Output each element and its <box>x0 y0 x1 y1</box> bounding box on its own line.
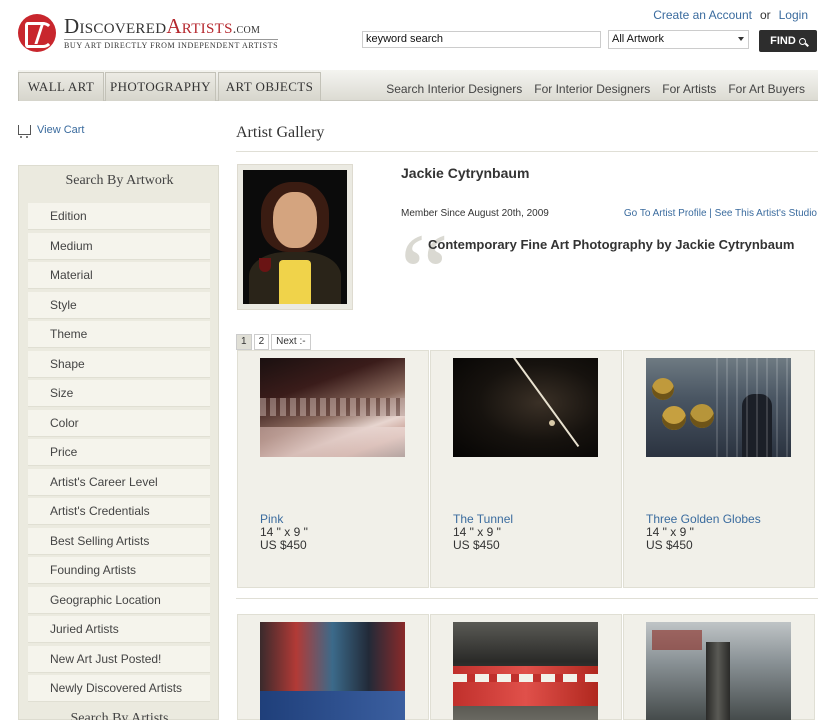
filter-geographic-location[interactable]: Geographic Location <box>28 586 210 614</box>
artwork-card[interactable] <box>237 614 429 720</box>
filter-founding-artists[interactable]: Founding Artists <box>28 557 210 584</box>
artwork-card[interactable]: Pink 14 " x 9 " US $450 <box>237 350 429 588</box>
next-page[interactable]: Next :- <box>271 334 311 350</box>
filter-list: Edition Medium Material Style Theme Shap… <box>28 203 210 705</box>
for-artists-link[interactable]: For Artists <box>662 82 716 96</box>
artist-name: Jackie Cytrynbaum <box>401 165 530 181</box>
filter-best-selling[interactable]: Best Selling Artists <box>28 527 210 555</box>
filter-size[interactable]: Size <box>28 380 210 407</box>
filter-juried-artists[interactable]: Juried Artists <box>28 616 210 643</box>
artwork-title[interactable]: Pink <box>260 512 283 526</box>
divider <box>236 151 818 152</box>
artwork-card[interactable] <box>430 614 622 720</box>
page-1[interactable]: 1 <box>236 334 252 350</box>
view-cart-link[interactable]: View Cart <box>18 124 85 138</box>
tab-art-objects[interactable]: ART OBJECTS <box>218 72 321 101</box>
artwork-size: 14 " x 9 " <box>260 525 308 539</box>
artist-profile-links[interactable]: Go To Artist Profile | See This Artist's… <box>624 208 817 219</box>
artwork-price: US $450 <box>453 538 500 552</box>
filter-theme[interactable]: Theme <box>28 321 210 348</box>
nav-right-links: Search Interior Designers For Interior D… <box>386 82 805 96</box>
for-art-buyers-link[interactable]: For Art Buyers <box>728 82 805 96</box>
artist-statement: Contemporary Fine Art Photography by Jac… <box>428 237 795 252</box>
filter-price[interactable]: Price <box>28 439 210 466</box>
artwork-price: US $450 <box>260 538 307 552</box>
or-text: or <box>759 8 771 22</box>
artwork-thumbnail[interactable] <box>646 622 791 720</box>
search-input[interactable]: keyword search <box>362 31 601 48</box>
artist-portrait-image <box>243 170 347 304</box>
site-header: DiscoveredArtists.com BUY ART DIRECTLY F… <box>0 0 834 70</box>
filter-edition[interactable]: Edition <box>28 203 210 230</box>
for-interior-designers-link[interactable]: For Interior Designers <box>534 82 650 96</box>
find-button[interactable]: FIND <box>759 30 817 52</box>
artwork-size: 14 " x 9 " <box>453 525 501 539</box>
tab-wall-art[interactable]: WALL ART <box>18 72 104 101</box>
tab-photography[interactable]: PHOTOGRAPHY <box>105 72 216 101</box>
filter-style[interactable]: Style <box>28 291 210 319</box>
filter-career-level[interactable]: Artist's Career Level <box>28 468 210 496</box>
search-icon <box>798 37 806 45</box>
search-interior-designers-link[interactable]: Search Interior Designers <box>386 82 522 96</box>
chevron-down-icon <box>738 37 744 41</box>
filter-new-art[interactable]: New Art Just Posted! <box>28 645 210 673</box>
create-account-link[interactable]: Create an Account <box>653 8 752 22</box>
artwork-card[interactable]: The Tunnel 14 " x 9 " US $450 <box>430 350 622 588</box>
cart-icon <box>18 125 31 138</box>
search-by-artwork-heading: Search By Artwork <box>65 173 174 188</box>
site-logo[interactable]: DiscoveredArtists.com BUY ART DIRECTLY F… <box>18 14 279 52</box>
artwork-thumbnail[interactable] <box>646 358 791 457</box>
filter-material[interactable]: Material <box>28 262 210 289</box>
logo-badge-icon <box>18 14 56 52</box>
login-link[interactable]: Login <box>779 8 808 22</box>
artist-photo[interactable] <box>237 164 353 310</box>
logo-tagline: BUY ART DIRECTLY FROM INDEPENDENT ARTIST… <box>64 39 279 50</box>
artwork-thumbnail[interactable] <box>453 622 598 720</box>
main-nav: WALL ART PHOTOGRAPHY ART OBJECTS Search … <box>18 70 818 101</box>
artwork-size: 14 " x 9 " <box>646 525 694 539</box>
artwork-thumbnail[interactable] <box>453 358 598 457</box>
account-links: Create an Account or Login <box>653 8 808 22</box>
find-button-label: FIND <box>770 35 796 47</box>
filter-shape[interactable]: Shape <box>28 350 210 378</box>
page-title: Artist Gallery <box>236 124 325 141</box>
logo-wordmark: DiscoveredArtists.com <box>64 14 261 38</box>
divider <box>236 598 818 599</box>
filter-newly-discovered[interactable]: Newly Discovered Artists <box>28 675 210 702</box>
filter-credentials[interactable]: Artist's Credentials <box>28 498 210 525</box>
artwork-card[interactable] <box>623 614 815 720</box>
search-by-artists-heading: Search By Artists <box>70 711 169 720</box>
search-sidebar: Search By Artwork Edition Medium Materia… <box>18 165 219 720</box>
artwork-title[interactable]: The Tunnel <box>453 512 513 526</box>
artwork-title[interactable]: Three Golden Globes <box>646 512 761 526</box>
artwork-price: US $450 <box>646 538 693 552</box>
filter-color[interactable]: Color <box>28 409 210 437</box>
quote-mark-icon: “ <box>400 211 449 333</box>
category-select[interactable]: All Artwork <box>608 30 749 49</box>
artwork-thumbnail[interactable] <box>260 358 405 457</box>
filter-medium[interactable]: Medium <box>28 232 210 260</box>
pagination: 1 2 Next :- <box>236 334 311 350</box>
page-2[interactable]: 2 <box>253 334 270 350</box>
artwork-thumbnail[interactable] <box>260 622 405 720</box>
artwork-card[interactable]: Three Golden Globes 14 " x 9 " US $450 <box>623 350 815 588</box>
category-select-value: All Artwork <box>612 33 664 45</box>
view-cart-label: View Cart <box>37 124 85 136</box>
